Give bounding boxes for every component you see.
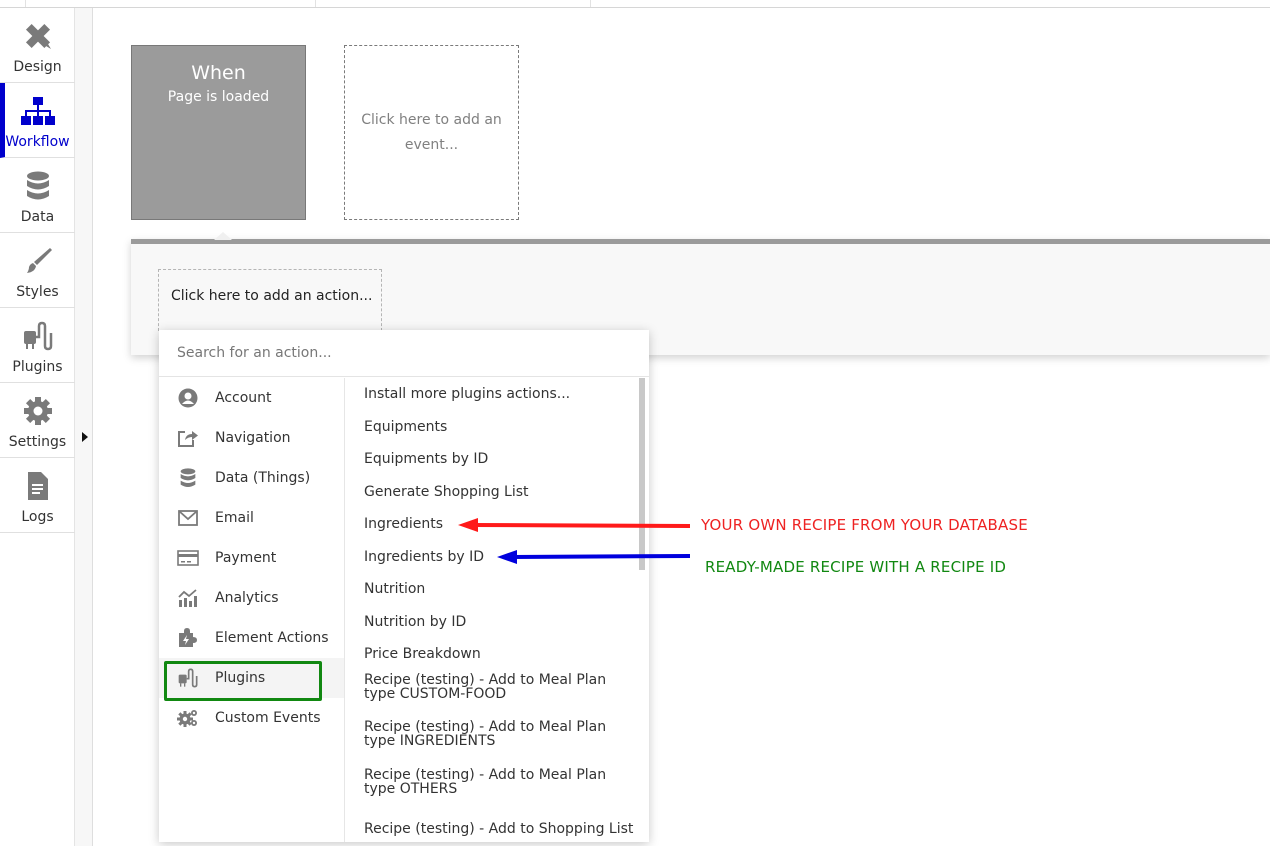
add-action-button[interactable]: Click here to add an action... xyxy=(158,269,382,331)
action-label-secondary: type INGREDIENTS xyxy=(364,733,496,749)
category-custom-events[interactable]: Custom Events xyxy=(159,698,344,738)
sidebar-tab-workflow[interactable]: Workflow xyxy=(0,83,75,158)
action-label-secondary: type OTHERS xyxy=(364,780,458,797)
category-label: Plugins xyxy=(215,670,266,686)
sidebar-tab-data[interactable]: Data xyxy=(0,158,75,233)
action-label: Recipe (testing) - Add to Meal Plan xyxy=(364,766,607,783)
sidebar-collapse-strip[interactable] xyxy=(75,8,93,846)
sidebar-tab-label: Styles xyxy=(16,284,59,300)
category-label: Analytics xyxy=(215,590,279,606)
plug-icon xyxy=(177,667,199,689)
sidebar-tab-styles[interactable]: Styles xyxy=(0,233,75,308)
sidebar-tab-label: Workflow xyxy=(5,134,70,150)
action-label: Nutrition xyxy=(364,581,426,598)
action-label: Price Breakdown xyxy=(364,646,481,663)
action-list: Install more plugins actions... Equipmen… xyxy=(346,378,649,842)
event-page-loaded[interactable]: When Page is loaded xyxy=(131,45,306,220)
sidebar-tab-settings[interactable]: Settings xyxy=(0,383,75,458)
brush-icon xyxy=(0,245,75,277)
event-title: When xyxy=(191,62,246,84)
category-element-actions[interactable]: Element Actions xyxy=(159,618,344,658)
top-bar xyxy=(0,0,1270,8)
annotation-ready-made-recipe: READY-MADE RECIPE WITH A RECIPE ID xyxy=(705,558,1007,576)
action-label: Equipments by ID xyxy=(364,451,489,468)
action-label: Ingredients by ID xyxy=(364,548,484,565)
sidebar-tab-label: Logs xyxy=(21,509,54,525)
sidebar-tab-design[interactable]: Design xyxy=(0,8,75,83)
gear-icon xyxy=(0,395,75,427)
category-email[interactable]: Email xyxy=(159,498,344,538)
action-item[interactable]: Recipe (testing) - Add to Meal Plan type… xyxy=(346,718,649,766)
account-icon xyxy=(177,387,199,409)
action-item-ingredients-by-id[interactable]: Ingredients by ID xyxy=(346,541,649,574)
credit-card-icon xyxy=(177,547,199,569)
category-label: Data (Things) xyxy=(215,470,311,486)
category-label: Element Actions xyxy=(215,630,329,646)
envelope-icon xyxy=(177,507,199,529)
action-label-secondary: type CUSTOM-FOOD xyxy=(364,685,507,702)
action-label: Ingredients xyxy=(364,516,443,533)
action-item-install-more[interactable]: Install more plugins actions... xyxy=(346,378,649,411)
plug-icon xyxy=(0,320,75,352)
event-trigger: Page is loaded xyxy=(167,89,270,105)
action-label: Nutrition by ID xyxy=(364,613,467,630)
annotation-own-recipe: YOUR OWN RECIPE FROM YOUR DATABASE xyxy=(701,516,1028,534)
navigation-icon xyxy=(177,427,199,449)
analytics-icon xyxy=(177,587,199,609)
sidebar-tab-label: Settings xyxy=(8,434,67,450)
top-bar-divider xyxy=(25,0,26,7)
action-label: Equipments xyxy=(364,418,448,435)
action-item[interactable]: Equipments by ID xyxy=(346,443,649,476)
add-event-label: Click here to add an event... xyxy=(361,111,502,153)
action-list-scrollbar[interactable] xyxy=(639,378,645,570)
sidebar-tab-label: Design xyxy=(13,59,62,75)
category-account[interactable]: Account xyxy=(159,378,344,418)
sidebar-tab-plugins[interactable]: Plugins xyxy=(0,308,75,383)
action-item[interactable]: Recipe (testing) - Add to Meal Plan type… xyxy=(346,766,649,814)
panel-caret-icon xyxy=(214,232,232,240)
action-item[interactable]: Nutrition by ID xyxy=(346,606,649,639)
action-item[interactable]: Equipments xyxy=(346,411,649,444)
category-payment[interactable]: Payment xyxy=(159,538,344,578)
document-icon xyxy=(0,470,75,502)
action-label: Recipe (testing) - Add to Meal Plan xyxy=(364,719,607,735)
workflow-icon xyxy=(0,95,75,127)
action-item[interactable]: Recipe (testing) - Add to Shopping List xyxy=(346,813,649,842)
database-icon xyxy=(0,170,75,202)
gears-icon xyxy=(177,707,199,729)
top-bar-divider xyxy=(590,0,591,7)
design-icon xyxy=(0,20,75,52)
action-picker-dropdown: Account Navigation Data (Things) Email P… xyxy=(159,330,649,842)
action-item[interactable]: Recipe (testing) - Add to Meal Plan type… xyxy=(346,671,649,719)
sidebar-tab-label: Data xyxy=(20,209,55,225)
action-label: Recipe (testing) - Add to Meal Plan xyxy=(364,671,607,688)
top-bar-divider xyxy=(315,0,316,7)
category-label: Account xyxy=(215,390,272,406)
expand-arrow-icon[interactable] xyxy=(82,432,88,442)
action-label: Install more plugins actions... xyxy=(364,386,571,403)
action-item[interactable]: Nutrition xyxy=(346,573,649,606)
category-label: Payment xyxy=(215,550,277,566)
category-analytics[interactable]: Analytics xyxy=(159,578,344,618)
action-category-list: Account Navigation Data (Things) Email P… xyxy=(159,378,345,842)
action-item[interactable]: Generate Shopping List xyxy=(346,476,649,509)
sidebar-tab-label: Plugins xyxy=(12,359,63,375)
action-item-ingredients[interactable]: Ingredients xyxy=(346,508,649,541)
database-icon xyxy=(177,467,199,489)
category-label: Navigation xyxy=(215,430,291,446)
sidebar-tab-logs[interactable]: Logs xyxy=(0,458,75,533)
action-item[interactable]: Price Breakdown xyxy=(346,638,649,671)
category-navigation[interactable]: Navigation xyxy=(159,418,344,458)
category-label: Email xyxy=(215,510,254,526)
action-search-input[interactable] xyxy=(159,330,649,377)
sidebar: Design Workflow Data Styles Plugins Sett… xyxy=(0,8,75,846)
add-action-label: Click here to add an action... xyxy=(171,288,373,304)
action-label: Recipe (testing) - Add to Shopping List xyxy=(364,821,634,838)
category-data-things[interactable]: Data (Things) xyxy=(159,458,344,498)
category-label: Custom Events xyxy=(215,710,321,726)
action-label: Generate Shopping List xyxy=(364,483,529,500)
puzzle-icon xyxy=(177,627,199,649)
add-event-button[interactable]: Click here to add an event... xyxy=(344,45,519,220)
category-plugins[interactable]: Plugins xyxy=(159,658,344,701)
